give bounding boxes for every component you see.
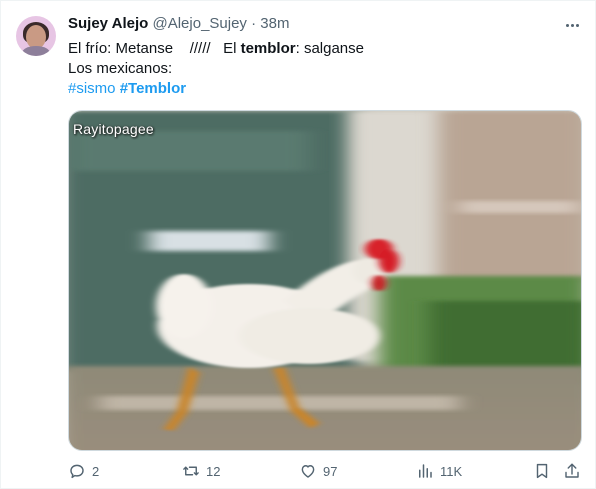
- separator-dot: ·: [251, 15, 257, 32]
- media-watermark: Rayitopagee: [73, 121, 154, 137]
- author-handle[interactable]: @Alejo_Sujey: [152, 15, 246, 32]
- repost-count: 12: [206, 463, 221, 479]
- reply-icon: [70, 464, 84, 479]
- avatar[interactable]: [16, 16, 56, 56]
- like-button[interactable]: 97: [299, 459, 337, 483]
- running-rooster-image: [69, 111, 581, 450]
- hashtag-line: #sismo #Temblor: [68, 79, 364, 99]
- tweet-line-2: Los mexicanos:: [68, 60, 173, 77]
- tweet-text-part: El: [223, 40, 241, 57]
- reply-button[interactable]: 2: [68, 459, 99, 483]
- tweet-text-bold: temblor: [240, 40, 296, 57]
- more-icon[interactable]: [561, 15, 583, 35]
- reply-count: 2: [92, 463, 100, 479]
- hashtag-temblor[interactable]: #Temblor: [120, 80, 186, 97]
- tweet-text-part: El frío: Metanse: [68, 40, 174, 57]
- repost-icon: [183, 466, 199, 476]
- bookmark-button[interactable]: [533, 459, 551, 483]
- tweet-text-part: : salganse: [295, 40, 364, 57]
- author-name[interactable]: Sujey Alejo: [68, 15, 148, 32]
- tweet-header: Sujey Alejo @Alejo_Sujey · 38m: [68, 15, 289, 32]
- tweet-text: El frío: Metanse ///// El temblor: salga…: [68, 39, 364, 99]
- tweet-line-1: El frío: Metanse ///// El temblor: salga…: [68, 39, 364, 59]
- hashtag-sismo[interactable]: #sismo: [68, 80, 116, 97]
- views-icon: [419, 464, 432, 478]
- tweet-card[interactable]: Sujey Alejo @Alejo_Sujey · 38m El frío: …: [0, 0, 596, 489]
- action-bar: 2 12 97 11K: [1, 459, 596, 483]
- views-button[interactable]: 11K: [416, 459, 462, 483]
- like-icon: [301, 465, 315, 478]
- views-count: 11K: [440, 463, 463, 479]
- share-icon: [565, 463, 579, 478]
- share-button[interactable]: [563, 459, 581, 483]
- tweet-media[interactable]: Rayitopagee: [68, 110, 582, 451]
- timestamp[interactable]: 38m: [260, 15, 289, 32]
- tweet-text-part: /////: [189, 40, 211, 57]
- repost-button[interactable]: 12: [182, 459, 220, 483]
- bookmark-icon: [536, 463, 548, 479]
- like-count: 97: [323, 463, 338, 479]
